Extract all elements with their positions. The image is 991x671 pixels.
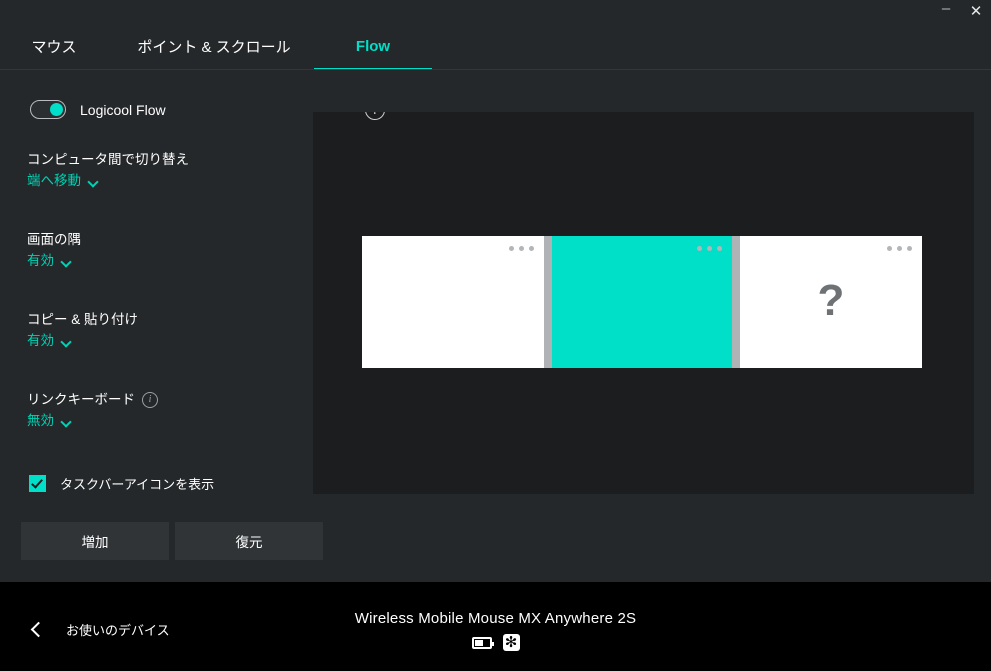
setting-dropdown-copy-and-paste[interactable]: 有効 <box>27 332 138 350</box>
setting-link-keyboard: リンクキーボード i 無効 <box>27 390 158 430</box>
setting-copy-and-paste: コピー & 貼り付け 有効 <box>27 310 138 350</box>
setting-value: 無効 <box>27 413 54 428</box>
device-status-icons: ✻ <box>0 634 991 651</box>
add-button[interactable]: 増加 <box>21 522 169 560</box>
setting-title: 画面の隅 <box>27 232 81 247</box>
setting-title: リンクキーボード <box>27 392 135 407</box>
tab-flow[interactable]: Flow <box>314 22 432 71</box>
flow-toggle-label: Logicool Flow <box>80 101 166 118</box>
screen-panel-3-unknown[interactable]: ? <box>740 236 922 368</box>
chevron-down-icon <box>88 178 98 184</box>
panel-top-mask <box>313 70 974 112</box>
window-controls: – ✕ <box>931 0 991 22</box>
action-buttons: 増加 復元 <box>21 522 323 560</box>
computer-screens-layout: ? <box>362 236 922 368</box>
flow-toggle-switch[interactable] <box>30 100 66 119</box>
flow-toggle-row[interactable]: Logicool Flow <box>30 100 166 119</box>
screen-panel-2-active[interactable] <box>552 236 732 368</box>
close-button[interactable]: ✕ <box>961 0 991 22</box>
show-taskbar-icon-row[interactable]: タスクバーアイコンを表示 <box>29 474 214 493</box>
tab-mouse-label: マウス <box>31 38 77 56</box>
setting-title: コピー & 貼り付け <box>27 312 139 327</box>
tab-mouse[interactable]: マウス <box>18 22 90 70</box>
screen-divider-handle-2[interactable] <box>732 236 740 368</box>
battery-icon <box>471 636 494 649</box>
info-icon[interactable]: i <box>142 392 158 408</box>
tab-point-and-scroll[interactable]: ポイント & スクロール <box>129 22 299 70</box>
bottom-status-bar: お使いのデバイス Wireless Mobile Mouse MX Anywhe… <box>0 582 991 671</box>
screen-divider-handle-1[interactable] <box>544 236 552 368</box>
screen-panel-1[interactable] <box>362 236 544 368</box>
unknown-computer-placeholder: ? <box>817 276 845 326</box>
setting-screen-edge: 画面の隅 有効 <box>27 230 81 270</box>
tab-bar: マウス ポイント & スクロール Flow <box>0 22 991 71</box>
chevron-down-icon <box>61 418 71 424</box>
more-options-icon[interactable] <box>697 246 722 251</box>
device-name: Wireless Mobile Mouse MX Anywhere 2S <box>354 610 637 627</box>
flow-settings-sidebar: Logicool Flow コンピュータ間で切り替え 端へ移動 画面の隅 有効 … <box>0 70 323 582</box>
tab-flow-label: Flow <box>355 37 391 55</box>
more-options-icon[interactable] <box>509 246 534 251</box>
setting-title-row: リンクキーボード i <box>27 390 158 410</box>
setting-dropdown-link-keyboard[interactable]: 無効 <box>27 412 158 430</box>
setting-value: 有効 <box>27 253 54 268</box>
setting-dropdown-screen-edge[interactable]: 有効 <box>27 252 81 270</box>
battery-level-fill <box>474 639 483 646</box>
title-bar: – ✕ <box>0 0 991 22</box>
setting-dropdown-switch-between-computers[interactable]: 端へ移動 <box>27 172 189 190</box>
chevron-down-icon <box>61 258 71 264</box>
more-options-icon[interactable] <box>887 246 912 251</box>
show-taskbar-icon-label: タスクバーアイコンを表示 <box>60 477 215 492</box>
setting-title: コンピュータ間で切り替え <box>27 152 189 167</box>
show-taskbar-icon-checkbox[interactable] <box>29 475 46 492</box>
device-info: Wireless Mobile Mouse MX Anywhere 2S ✻ <box>0 610 991 651</box>
setting-switch-between-computers: コンピュータ間で切り替え 端へ移動 <box>27 150 189 190</box>
setting-value: 端へ移動 <box>27 173 81 188</box>
toggle-knob <box>50 103 63 116</box>
setting-value: 有効 <box>27 333 54 348</box>
restore-button[interactable]: 復元 <box>175 522 323 560</box>
tab-point-and-scroll-label: ポイント & スクロール <box>137 38 291 56</box>
logitech-options-window: – ✕ マウス ポイント & スクロール Flow Logicool Flow … <box>0 0 991 671</box>
unifying-receiver-icon: ✻ <box>502 634 520 651</box>
chevron-down-icon <box>61 338 71 344</box>
